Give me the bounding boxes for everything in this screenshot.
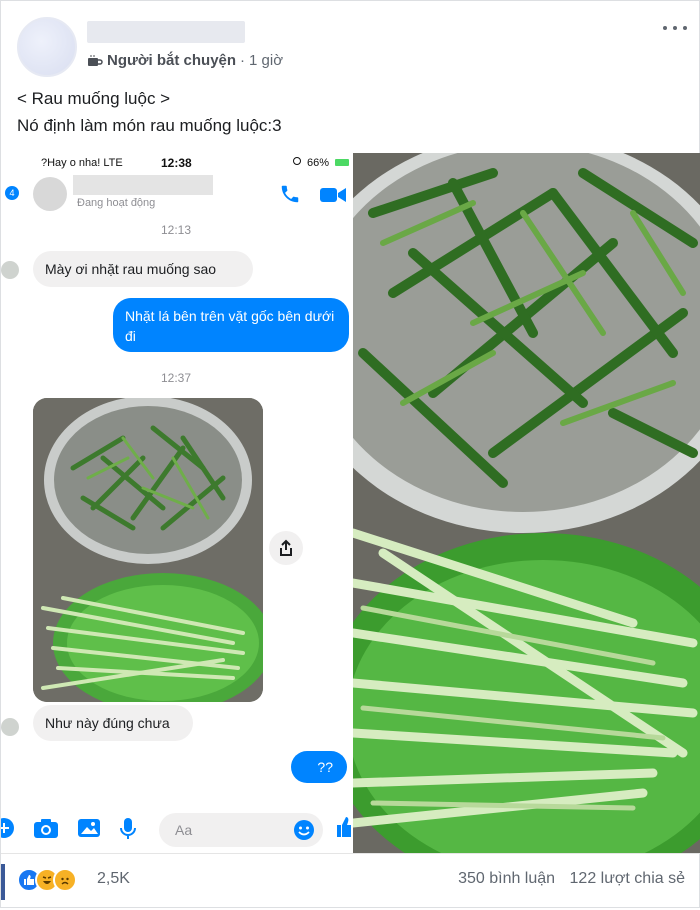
like-icon[interactable] [335,815,351,839]
meta-separator: · [240,52,246,69]
battery-icon [335,159,349,166]
poster-name-redacted [87,21,245,43]
mic-icon[interactable] [119,817,137,841]
reactions-summary[interactable] [17,868,77,892]
plus-icon[interactable] [1,817,15,839]
unread-count-badge[interactable]: 4 [5,186,19,200]
outgoing-message[interactable]: Nhặt lá bên trên vặt gốc bên dưới đi [113,298,349,352]
time-separator: 12:37 [161,371,192,385]
engagement-stats: 350 bình luận 122 lượt chia sẻ [458,870,685,888]
more-options-button[interactable] [663,21,687,35]
incoming-message[interactable]: Như này đúng chưa [33,705,193,741]
camera-icon[interactable] [33,817,59,839]
contact-status: Đang hoạt động [77,197,156,209]
contact-mini-avatar [1,718,19,736]
caption-line-2: Nó định làm món rau muống luộc:3 [17,116,282,135]
coffee-icon [88,54,103,66]
video-icon[interactable] [319,185,347,205]
post-footer: 2,5K 350 bình luận 122 lượt chia sẻ [1,853,700,910]
post-time[interactable]: 1 giờ [249,52,283,69]
footer-accent [1,864,5,900]
phone-icon[interactable] [279,183,301,205]
reaction-count[interactable]: 2,5K [97,870,130,888]
post-meta: Người bắt chuyện · 1 giờ [87,52,283,69]
comments-count[interactable]: 350 bình luận [458,870,555,887]
group-badge[interactable]: Người bắt chuyện [107,52,236,69]
chat-photo-vegetables[interactable] [33,398,263,702]
carrier-label: ?Hay o nha! LTE [41,157,123,169]
poster-avatar[interactable] [17,17,77,77]
share-button[interactable] [269,531,303,565]
battery-percent: 66% [307,157,330,169]
post-media[interactable]: ?Hay o nha! LTE 12:38 66% 4 Đang hoạt độ… [1,153,700,853]
message-input-placeholder: Aa [175,822,193,838]
chat-header: 4 Đang hoạt động [1,173,351,213]
outgoing-message[interactable]: ?? [291,751,347,783]
caption-line-1: < Rau muống luộc > [17,89,171,108]
phone-status-bar: ?Hay o nha! LTE 12:38 66% [1,153,351,173]
contact-avatar[interactable] [33,177,67,211]
time-separator: 12:13 [161,223,192,237]
contact-mini-avatar [1,261,19,279]
message-composer: Aa [1,805,351,853]
contact-name-redacted [73,175,213,195]
sad-icon [53,868,77,892]
facebook-post: Người bắt chuyện · 1 giờ < Rau muống luộ… [0,0,700,908]
more-icon [663,26,667,30]
gallery-icon[interactable] [77,817,101,839]
messenger-screenshot: ?Hay o nha! LTE 12:38 66% 4 Đang hoạt độ… [1,153,351,853]
incoming-message[interactable]: Mày ơi nhặt rau muống sao [33,251,253,287]
status-time: 12:38 [161,156,192,170]
share-icon [280,539,292,556]
message-input[interactable]: Aa [159,813,323,847]
alarm-icon [293,157,301,165]
emoji-icon[interactable] [293,819,315,841]
shares-count[interactable]: 122 lượt chia sẻ [570,870,685,887]
vegetable-photo[interactable] [353,153,700,853]
